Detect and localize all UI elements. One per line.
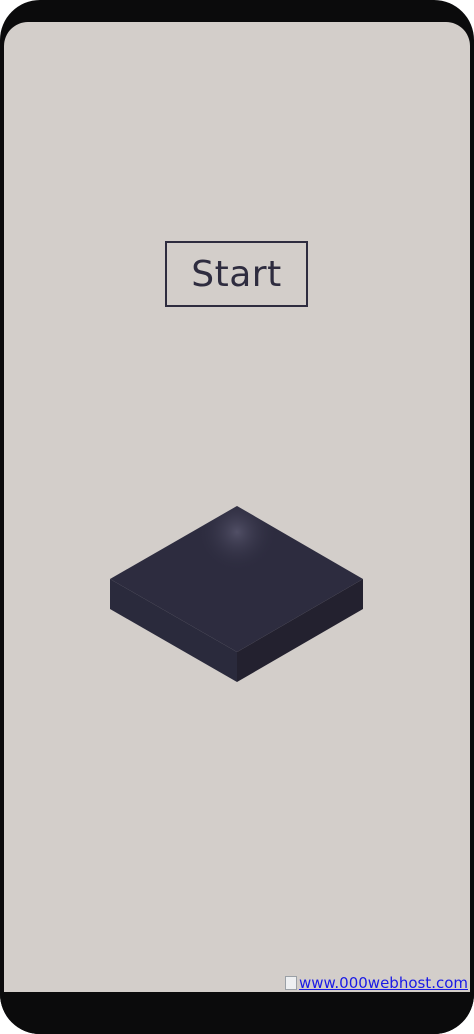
block-top-face (110, 506, 363, 652)
isometric-block (110, 506, 363, 682)
hosting-link[interactable]: www.000webhost.com (284, 974, 468, 992)
start-button[interactable]: Start (165, 241, 308, 307)
block-left-face (110, 579, 237, 682)
block-right-face (237, 579, 363, 682)
device-frame: Start www.000webhost.com (0, 0, 474, 1034)
bottom-bar (0, 992, 474, 1034)
game-stage (110, 506, 363, 682)
hosting-link-text[interactable]: www.000webhost.com (299, 974, 468, 992)
block-top-highlight (110, 506, 363, 652)
game-screen[interactable]: Start (4, 22, 470, 992)
broken-image-icon (284, 976, 297, 990)
